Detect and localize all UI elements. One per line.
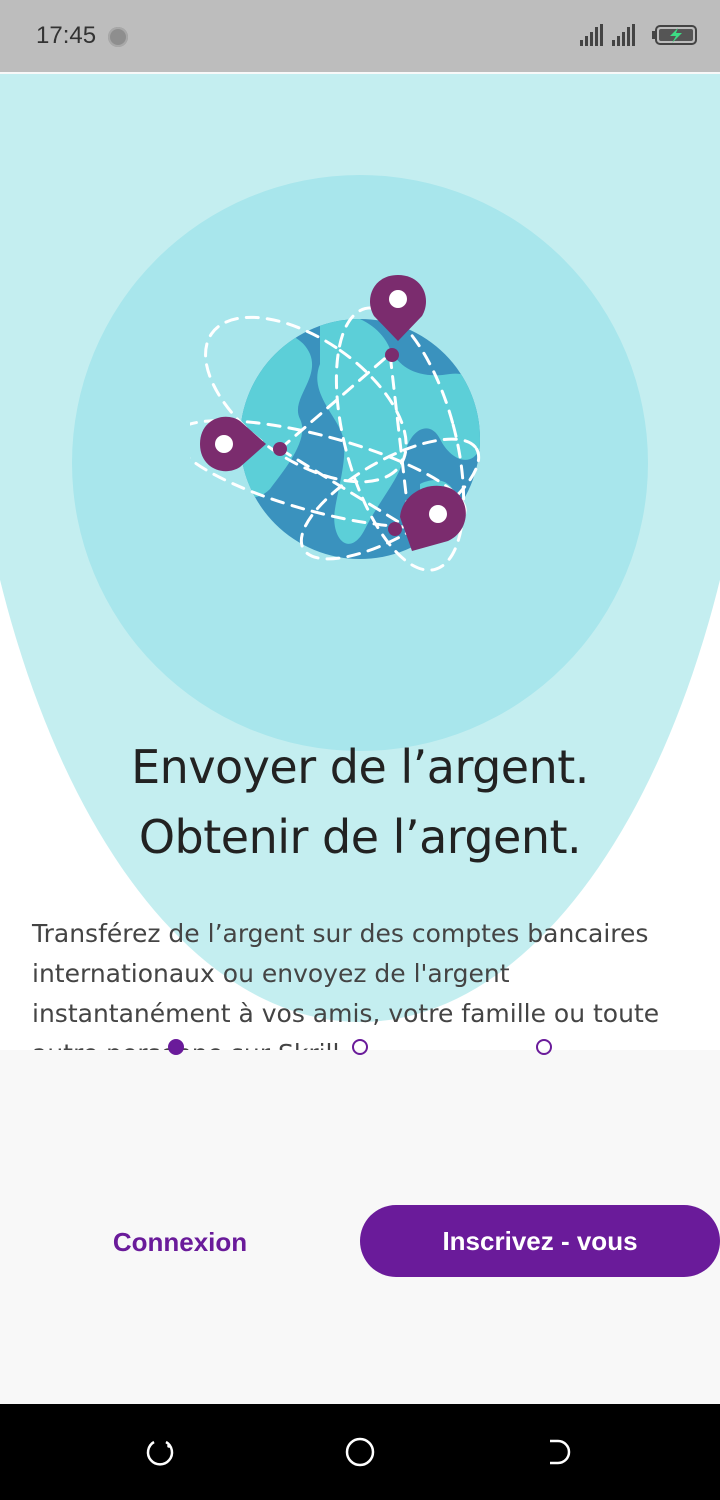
battery-charging-icon <box>652 25 697 45</box>
pager-dot-3[interactable] <box>536 1039 552 1055</box>
pager-indicator <box>0 1039 720 1057</box>
login-button[interactable]: Connexion <box>60 1214 300 1270</box>
signal-icon <box>580 24 603 46</box>
hero-section: Envoyer de l’argent. Obtenir de l’argent… <box>0 74 720 1050</box>
record-dot-icon <box>108 27 128 47</box>
signal-icon <box>612 24 635 46</box>
description-text: Transférez de l’argent sur des comptes b… <box>32 919 660 1050</box>
navigation-bar <box>0 1404 720 1500</box>
title-line-1: Envoyer de l’argent. <box>131 740 589 794</box>
page-title: Envoyer de l’argent. Obtenir de l’argent… <box>0 732 720 872</box>
status-time: 17:45 <box>36 22 97 49</box>
back-icon[interactable] <box>544 1436 576 1468</box>
recent-apps-icon[interactable] <box>144 1436 176 1468</box>
pager-dot-2[interactable] <box>352 1039 368 1055</box>
globe-with-location-pins-icon <box>190 275 481 572</box>
status-icons <box>580 24 697 46</box>
signup-button[interactable]: Inscrivez - vous <box>360 1205 720 1277</box>
status-bar: 17:45 <box>0 0 720 72</box>
pager-dot-1[interactable] <box>168 1039 184 1055</box>
home-icon[interactable] <box>344 1436 376 1468</box>
title-line-2: Obtenir de l’argent. <box>138 810 582 864</box>
